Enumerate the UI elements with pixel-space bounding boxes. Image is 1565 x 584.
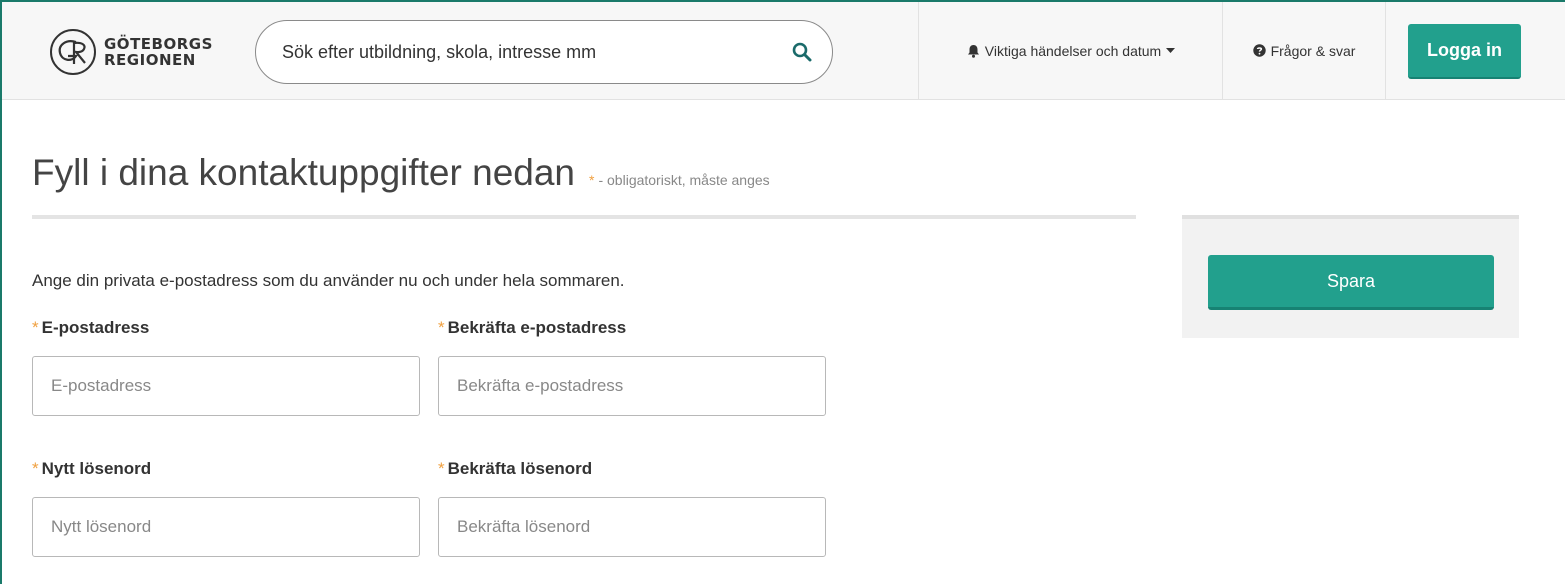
new-password-label: * Nytt lösenord	[32, 459, 151, 479]
login-button[interactable]: Logga in	[1408, 24, 1521, 79]
email-field[interactable]	[32, 356, 420, 416]
caret-down-icon	[1166, 47, 1176, 54]
nav-faq[interactable]: Frågor & svar	[1222, 2, 1386, 99]
confirm-email-label-text: Bekräfta e-postadress	[447, 318, 627, 337]
logo[interactable]: GÖTEBORGS REGIONEN	[50, 26, 250, 78]
confirm-email-label: * Bekräfta e-postadress	[438, 318, 626, 338]
new-password-label-text: Nytt lösenord	[41, 459, 152, 478]
confirm-password-label: * Bekräfta lösenord	[438, 459, 592, 479]
email-label-text: E-postadress	[41, 318, 150, 337]
required-star: *	[32, 459, 39, 478]
save-panel: Spara	[1182, 215, 1519, 338]
search-icon[interactable]	[792, 42, 812, 62]
required-note: * - obligatoriskt, måste anges	[589, 172, 770, 188]
title-row: Fyll i dina kontaktuppgifter nedan * - ob…	[32, 152, 770, 194]
question-circle-icon	[1252, 44, 1266, 57]
required-star: *	[438, 459, 445, 478]
bell-icon	[967, 44, 980, 58]
confirm-password-field[interactable]	[438, 497, 826, 557]
email-label: * E-postadress	[32, 318, 149, 338]
logo-line-2: REGIONEN	[104, 51, 196, 69]
nav-important-events[interactable]: Viktiga händelser och datum	[918, 2, 1223, 99]
confirm-password-label-text: Bekräfta lösenord	[447, 459, 593, 478]
search-box	[255, 20, 833, 84]
logo-text: GÖTEBORGS REGIONEN	[104, 36, 213, 68]
confirm-email-field[interactable]	[438, 356, 826, 416]
save-button[interactable]: Spara	[1208, 255, 1494, 310]
logo-mark-icon	[50, 29, 96, 75]
required-star: *	[589, 172, 595, 188]
intro-text: Ange din privata e-postadress som du anv…	[32, 271, 625, 290]
logo-line-1: GÖTEBORGS	[104, 35, 213, 53]
title-divider	[32, 215, 1136, 219]
new-password-field[interactable]	[32, 497, 420, 557]
nav-events-label: Viktiga händelser och datum	[984, 42, 1162, 59]
required-star: *	[32, 318, 39, 337]
nav-faq-label: Frågor & svar	[1270, 42, 1356, 59]
search-input[interactable]	[282, 41, 792, 63]
required-star: *	[438, 318, 445, 337]
site-header: GÖTEBORGS REGIONEN Viktiga händelser och…	[2, 2, 1565, 100]
page-title: Fyll i dina kontaktuppgifter nedan	[32, 152, 576, 193]
required-note-text: - obligatoriskt, måste anges	[598, 172, 770, 188]
